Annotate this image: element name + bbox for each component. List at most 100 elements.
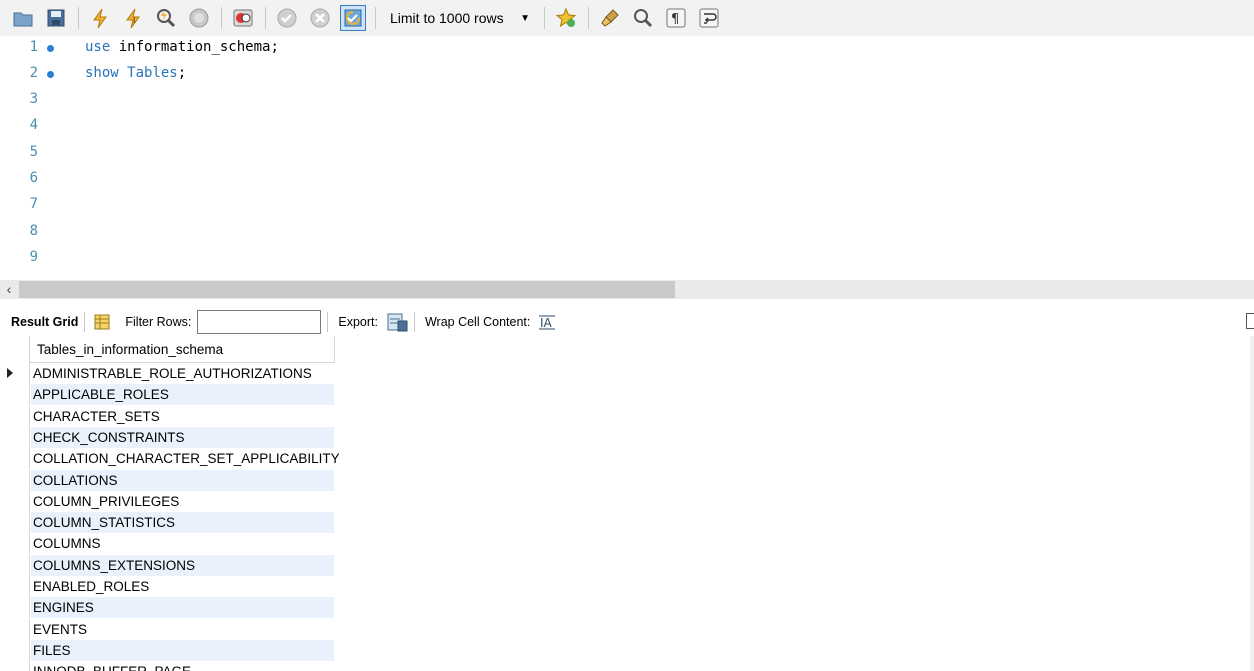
row-header[interactable] — [0, 661, 30, 671]
rollback-icon[interactable] — [307, 5, 333, 31]
filter-rows-label: Filter Rows: — [125, 315, 192, 329]
execute-current-icon[interactable]: I — [120, 5, 146, 31]
table-cell[interactable]: APPLICABLE_ROLES — [31, 384, 334, 406]
toolbar-separator — [413, 312, 415, 332]
row-header[interactable] — [0, 405, 30, 427]
svg-text:I: I — [133, 16, 135, 25]
table-cell[interactable]: ENABLED_ROLES — [31, 576, 334, 597]
code-line: 3 — [0, 91, 1254, 117]
sql-text: information_schema; — [110, 39, 279, 55]
execute-icon[interactable] — [87, 5, 113, 31]
table-row[interactable]: CHARACTER_SETS — [0, 405, 335, 427]
table-row[interactable]: FILES — [0, 639, 335, 661]
sql-editor[interactable]: 1 use information_schema; 2 show Tables;… — [0, 36, 1254, 280]
stop-icon[interactable] — [186, 5, 212, 31]
svg-text:IA: IA — [540, 316, 553, 330]
table-cell[interactable]: COLUMN_STATISTICS — [31, 512, 334, 534]
code-line: 1 use information_schema; — [0, 39, 1254, 65]
table-row[interactable]: APPLICABLE_ROLES — [0, 384, 335, 406]
filter-rows-input[interactable] — [197, 310, 322, 334]
table-row[interactable]: CHECK_CONSTRAINTS — [0, 426, 335, 448]
row-header[interactable] — [0, 448, 30, 470]
clean-icon[interactable] — [597, 5, 623, 31]
table-cell[interactable]: COLUMN_PRIVILEGES — [31, 491, 334, 512]
table-cell[interactable]: ADMINISTRABLE_ROLE_AUTHORIZATIONS — [31, 363, 334, 384]
invisible-chars-icon[interactable]: ¶ — [663, 5, 689, 31]
row-header[interactable] — [0, 363, 30, 384]
explain-icon[interactable] — [153, 5, 179, 31]
export-label: Export: — [338, 315, 378, 329]
toolbar-separator — [544, 7, 545, 29]
row-header[interactable] — [0, 554, 30, 576]
row-header[interactable] — [0, 384, 30, 406]
row-header[interactable] — [0, 533, 30, 555]
export-icon[interactable] — [386, 311, 408, 333]
toolbar-separator — [375, 7, 376, 29]
grid-vertical-scrollbar[interactable] — [1250, 336, 1254, 671]
toolbar-separator — [78, 7, 79, 29]
code-line: 8 — [0, 223, 1254, 249]
commit-icon[interactable] — [274, 5, 300, 31]
code-line: 5 — [0, 144, 1254, 170]
scroll-left-arrow-icon[interactable]: ‹ — [0, 280, 18, 299]
table-cell[interactable]: COLLATION_CHARACTER_SET_APPLICABILITY — [31, 448, 340, 469]
sql-text: ; — [177, 65, 187, 81]
column-header[interactable]: Tables_in_information_schema — [31, 336, 335, 363]
limit-rows-select[interactable]: Limit to 1000 rows ▼ — [384, 6, 536, 30]
table-row[interactable]: ADMINISTRABLE_ROLE_AUTHORIZATIONS — [0, 363, 335, 384]
wrap-icon[interactable] — [696, 5, 722, 31]
code-text: show Tables; — [85, 65, 186, 81]
grid-header: Tables_in_information_schema — [0, 336, 335, 363]
autocommit-icon[interactable] — [340, 5, 366, 31]
scrollbar-thumb[interactable] — [19, 281, 675, 298]
line-number: 5 — [29, 144, 38, 160]
save-icon[interactable] — [43, 5, 69, 31]
table-row[interactable]: COLUMNS — [0, 533, 335, 555]
table-row[interactable]: COLUMN_PRIVILEGES — [0, 490, 335, 512]
open-folder-icon[interactable] — [10, 5, 36, 31]
row-header[interactable] — [0, 469, 30, 491]
table-cell[interactable]: COLUMNS_EXTENSIONS — [31, 554, 334, 576]
toolbar-separator — [84, 312, 86, 332]
table-cell[interactable]: EVENTS — [31, 619, 334, 640]
table-row[interactable]: INNODB_BUFFER_PAGE — [0, 661, 335, 671]
row-header[interactable] — [0, 512, 30, 534]
table-cell[interactable]: INNODB_BUFFER_PAGE — [31, 661, 334, 671]
row-header[interactable] — [0, 576, 30, 597]
line-number: 4 — [29, 117, 38, 133]
grid-layout-icon[interactable] — [93, 313, 111, 331]
editor-horizontal-scrollbar[interactable]: ‹ — [0, 280, 1254, 299]
table-cell[interactable]: COLUMNS — [31, 533, 334, 554]
row-header[interactable] — [0, 639, 30, 661]
table-cell[interactable]: COLLATIONS — [31, 469, 334, 491]
table-row[interactable]: COLLATION_CHARACTER_SET_APPLICABILITY — [0, 448, 340, 470]
table-row[interactable]: ENGINES — [0, 597, 335, 619]
sql-keyword: use — [85, 39, 111, 55]
row-header[interactable] — [0, 618, 30, 640]
code-line: 2 show Tables; — [0, 65, 1254, 91]
line-number: 3 — [29, 91, 38, 107]
code-line: 4 — [0, 117, 1254, 143]
row-header[interactable] — [0, 426, 30, 448]
beautify-icon[interactable] — [553, 5, 579, 31]
result-grid-tab[interactable]: Result Grid — [11, 315, 78, 329]
limit-rows-label: Limit to 1000 rows — [390, 10, 504, 26]
table-cell[interactable]: CHECK_CONSTRAINTS — [31, 426, 334, 448]
table-cell[interactable]: ENGINES — [31, 597, 334, 619]
table-row[interactable]: ENABLED_ROLES — [0, 576, 335, 597]
row-header[interactable] — [0, 597, 30, 619]
table-row[interactable]: EVENTS — [0, 618, 335, 640]
table-row[interactable]: COLUMN_STATISTICS — [0, 512, 335, 534]
table-row[interactable]: COLUMNS_EXTENSIONS — [0, 554, 335, 576]
panel-toggle-icon[interactable] — [1246, 313, 1254, 329]
find-icon[interactable] — [630, 5, 656, 31]
row-header[interactable] — [0, 490, 30, 512]
table-cell[interactable]: CHARACTER_SETS — [31, 406, 334, 427]
table-cell[interactable]: FILES — [31, 639, 334, 661]
code-line: 7 — [0, 196, 1254, 222]
toggle-error-icon[interactable] — [230, 5, 256, 31]
table-row[interactable]: COLLATIONS — [0, 469, 335, 491]
grid-corner[interactable] — [0, 336, 30, 363]
wrap-cell-icon[interactable]: IA — [538, 313, 556, 331]
statement-marker-icon — [47, 45, 54, 52]
